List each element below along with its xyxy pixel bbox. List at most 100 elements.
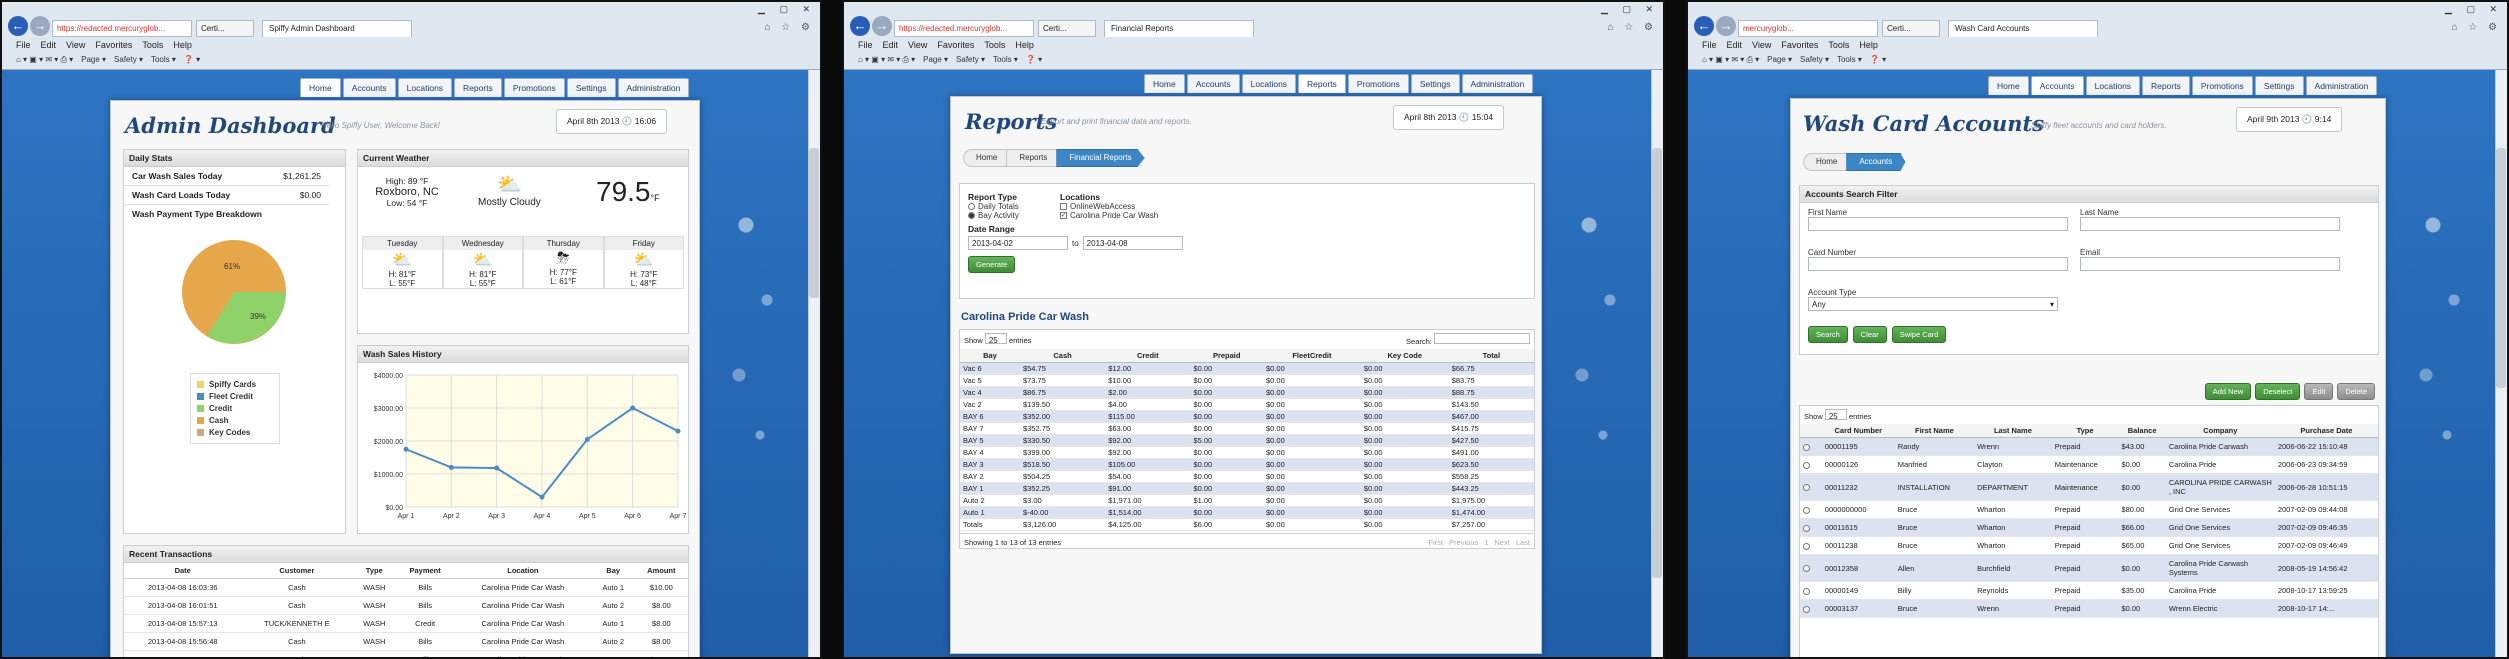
table-row[interactable]: Vac 6 $54.75 $12.00 $0.00 $0.00 $0.00 $66.75	[960, 362, 1534, 375]
table-row[interactable]: BAY 1 $352.25 $91.00 $0.00 $0.00 $0.00 $443.25	[960, 482, 1534, 495]
table-row[interactable]: 2013-04-08 16:03:36 Cash WASH Bills Carolina…	[124, 578, 688, 597]
toolbar-icons[interactable]: ⌂ ▾ ▣ ▾ ✉ ▾ ⎙ ▾	[1702, 55, 1759, 65]
column-header[interactable]: Amount	[634, 563, 688, 579]
checkbox-box[interactable]: ✓	[1060, 212, 1067, 220]
row-select-cell[interactable]	[1800, 473, 1822, 501]
table-row[interactable]: 2013-04-08 15:55:17CashWASHBillsCarolina…	[124, 650, 688, 657]
cmd-page[interactable]: Page ▾	[81, 55, 106, 65]
row-radio[interactable]	[1803, 443, 1810, 451]
checkbox-box[interactable]	[1060, 203, 1067, 211]
cmd-help[interactable]: ❓ ▾	[184, 55, 200, 65]
table-row[interactable]: 2013-04-08 15:56:48 Cash WASH Bills Carolina…	[124, 632, 688, 651]
row-radio[interactable]	[1803, 542, 1810, 550]
home-star-gear-icons[interactable]: ⌂ ☆ ⚙	[1607, 22, 1657, 33]
nav-reports[interactable]: Reports	[454, 78, 502, 97]
nav-promotions[interactable]: Promotions	[1347, 74, 1409, 93]
table-row[interactable]: 00000126 Manfried Clayton Maintenance $0.00 C…	[1800, 455, 2378, 474]
column-header[interactable]: Customer	[241, 563, 353, 579]
radio-circle[interactable]	[968, 212, 975, 220]
menu-view[interactable]: View	[66, 40, 85, 50]
chevron-down-icon[interactable]: ▾	[2050, 299, 2054, 309]
table-row[interactable]: BAY 6 $352.00 $115.00 $0.00 $0.00 $0.00 $467.0…	[960, 410, 1534, 423]
email-input[interactable]	[2080, 257, 2340, 271]
search-button[interactable]: Search	[1808, 326, 1848, 343]
cmd-help[interactable]: ❓ ▾	[1870, 55, 1886, 65]
swipe-card-button[interactable]: Swipe Card	[1891, 326, 1947, 343]
row-radio[interactable]	[1803, 605, 1810, 613]
menu-view[interactable]: View	[908, 40, 927, 50]
toolbar-icons[interactable]: ⌂ ▾ ▣ ▾ ✉ ▾ ⎙ ▾	[858, 55, 915, 65]
clear-button[interactable]: Clear	[1852, 326, 1887, 343]
menu-help[interactable]: Help	[1015, 40, 1034, 50]
browser-tab[interactable]: Wash Card Accounts	[1948, 20, 2098, 37]
menu-file[interactable]: File	[16, 40, 31, 50]
nav-home[interactable]: Home	[1988, 76, 2029, 95]
column-header[interactable]: Balance	[2118, 424, 2166, 438]
address-bar[interactable]: https://redacted.mercuryglob...	[52, 20, 192, 37]
menu-help[interactable]: Help	[173, 40, 192, 50]
table-row[interactable]: Auto 1 $-40.00 $1,514.00 $0.00 $0.00 $0.00 $1,…	[960, 506, 1534, 519]
certificate-tab[interactable]: Certi...	[1038, 20, 1096, 37]
column-header[interactable]: FleetCredit	[1263, 349, 1361, 363]
account-type-select[interactable]: Any ▾	[1808, 297, 2058, 311]
row-select-cell[interactable]	[1800, 437, 1822, 456]
menu-edit[interactable]: Edit	[1727, 40, 1743, 50]
pager-first[interactable]: First	[1428, 538, 1443, 547]
menu-tools[interactable]: Tools	[1828, 40, 1849, 50]
column-header[interactable]: Key Code	[1360, 349, 1449, 363]
row-select-cell[interactable]	[1800, 518, 1822, 537]
address-bar[interactable]: mercuryglob...	[1738, 20, 1878, 37]
nav-locations[interactable]: Locations	[397, 78, 453, 97]
cmd-tools[interactable]: Tools ▾	[1837, 55, 1862, 65]
cmd-safety[interactable]: Safety ▾	[114, 55, 143, 65]
column-header[interactable]: Purchase Date	[2274, 424, 2378, 438]
date-to-input[interactable]: 2013-04-08	[1082, 236, 1183, 250]
pager-previous[interactable]: Previous	[1449, 538, 1478, 547]
menu-favorites[interactable]: Favorites	[95, 40, 132, 50]
table-row[interactable]: 00003137 Bruce Wrenn Prepaid $0.00 Wrenn Elec…	[1800, 599, 2378, 618]
scrollbar-thumb[interactable]	[2496, 148, 2506, 388]
pager-next[interactable]: Next	[1494, 538, 1509, 547]
menu-edit[interactable]: Edit	[883, 40, 899, 50]
cmd-help[interactable]: ❓ ▾	[1026, 55, 1042, 65]
forward-button[interactable]: →	[30, 16, 50, 36]
back-button[interactable]: ←	[8, 16, 28, 36]
nav-accounts[interactable]: Accounts	[342, 78, 396, 97]
home-star-gear-icons[interactable]: ⌂ ☆ ⚙	[764, 22, 814, 33]
scrollbar-thumb[interactable]	[809, 148, 819, 298]
card-number-input[interactable]	[1808, 257, 2068, 271]
row-select-cell[interactable]	[1800, 536, 1822, 555]
menu-edit[interactable]: Edit	[41, 40, 57, 50]
cmd-page[interactable]: Page ▾	[1767, 55, 1792, 65]
column-header[interactable]: Type	[352, 563, 397, 579]
window-controls[interactable]: ▁ ▢ ✕	[1601, 4, 1659, 15]
column-header[interactable]: Prepaid	[1190, 349, 1263, 363]
row-radio[interactable]	[1803, 461, 1810, 469]
column-header[interactable]: Card Number	[1821, 424, 1895, 438]
table-row[interactable]: 00011238 Bruce Wharton Prepaid $65.00 Grid On…	[1800, 536, 2378, 555]
breadcrumb-home[interactable]: Home	[1803, 153, 1851, 171]
scrollbar[interactable]	[2495, 70, 2507, 657]
pager-page[interactable]: 1	[1484, 538, 1488, 547]
row-select-cell[interactable]	[1800, 554, 1822, 582]
home-star-gear-icons[interactable]: ⌂ ☆ ⚙	[2451, 22, 2501, 33]
table-row[interactable]: BAY 4 $399.00 $92.00 $0.00 $0.00 $0.00 $491.00	[960, 446, 1534, 459]
table-row[interactable]: 0000000000 Bruce Wharton Prepaid $80.00 Grid …	[1800, 500, 2378, 519]
menu-file[interactable]: File	[858, 40, 873, 50]
deselect-button[interactable]: Deselect	[2255, 383, 2301, 400]
cmd-safety[interactable]: Safety ▾	[1800, 55, 1829, 65]
address-bar[interactable]: https://redacted.mercuryglob...	[894, 20, 1034, 37]
row-radio[interactable]	[1803, 587, 1810, 595]
back-button[interactable]: ←	[850, 16, 870, 36]
forward-button[interactable]: →	[872, 16, 892, 36]
column-header[interactable]: Bay	[591, 563, 635, 579]
table-row[interactable]: BAY 5 $330.50 $92.00 $5.00 $0.00 $0.00 $427.50	[960, 434, 1534, 447]
table-row[interactable]: BAY 7 $352.75 $63.00 $0.00 $0.00 $0.00 $415.75	[960, 422, 1534, 435]
toolbar-icons[interactable]: ⌂ ▾ ▣ ▾ ✉ ▾ ⎙ ▾	[16, 55, 73, 65]
nav-settings[interactable]: Settings	[2254, 76, 2304, 95]
scrollbar[interactable]	[1651, 70, 1663, 657]
table-row[interactable]: 00011615 Bruce Wharton Prepaid $66.00 Grid On…	[1800, 518, 2378, 537]
table-row[interactable]: Totals $3,126.00 $4,125.00 $6.00 $0.00 $0.00 $…	[960, 518, 1534, 531]
search-input[interactable]	[1434, 333, 1530, 344]
nav-administration[interactable]: Administration	[2305, 76, 2378, 95]
